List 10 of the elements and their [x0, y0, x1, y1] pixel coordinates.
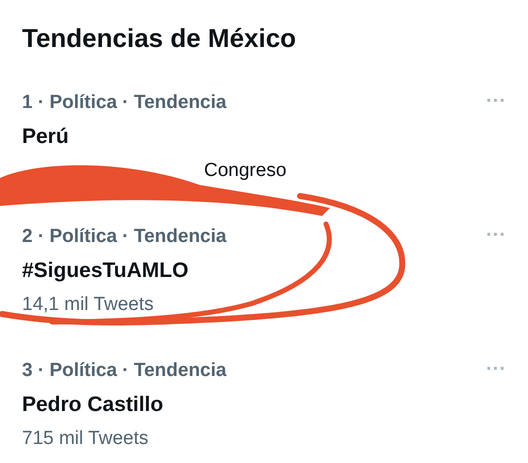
trend-name[interactable]: Perú	[22, 120, 69, 154]
section-title: Tendencias de México	[22, 22, 296, 55]
trend-meta: 2 · Política · Tendencia	[22, 225, 226, 249]
trend-meta: 3 · Política · Tendencia	[22, 359, 226, 383]
trend-name[interactable]: #SiguesTuAMLO	[22, 254, 188, 288]
trend-meta: 1 · Política · Tendencia	[22, 91, 226, 115]
trend-detail: 14,1 mil Tweets	[22, 293, 154, 317]
trend-detail: 715 mil Tweets	[22, 427, 148, 451]
trend-name[interactable]: Pedro Castillo	[22, 388, 164, 422]
trend-detail: Congreso	[204, 159, 286, 183]
